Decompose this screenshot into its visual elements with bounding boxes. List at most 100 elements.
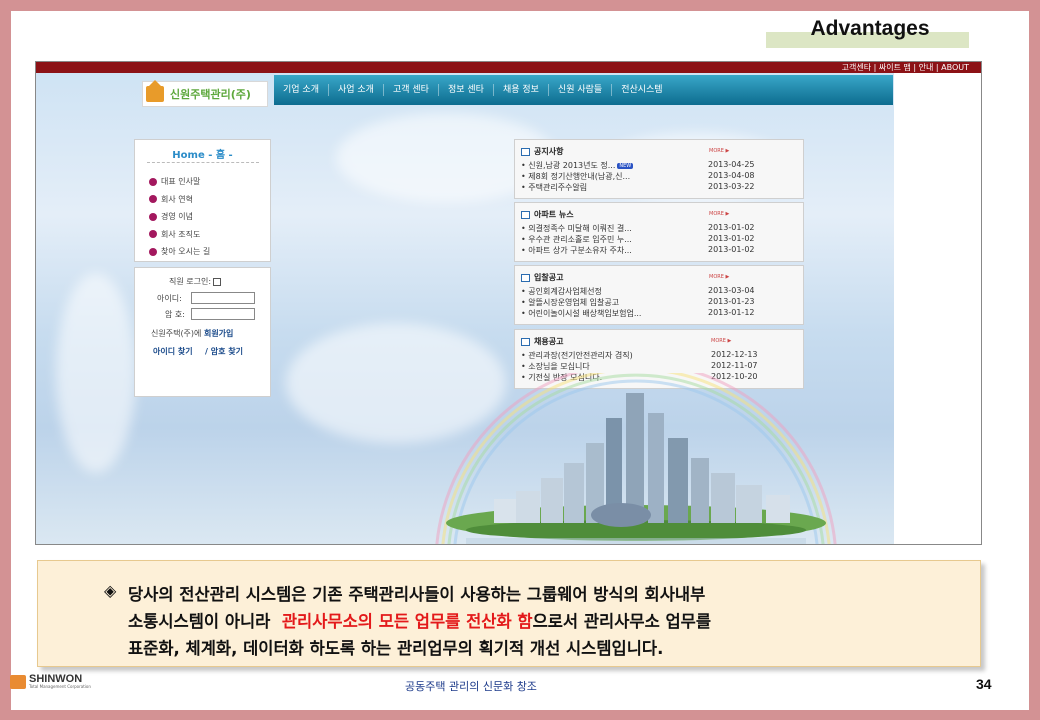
logo-text: 신원주택관리(주) [170, 88, 251, 101]
footer-logo: SHINWON Total Management Corporation [10, 674, 91, 689]
shinwon-logo-icon [10, 674, 26, 689]
more-link[interactable]: MORE ▶ [709, 274, 729, 280]
item-date: 2013-01-02 [708, 234, 755, 243]
diamond-bullet-icon: ◈ [104, 581, 117, 600]
list-item[interactable]: • 알뜰시장운영업체 입찰공고 2013-01-23 [521, 297, 801, 308]
board-icon [521, 210, 530, 219]
item-title: • 우수관 관리소홀로 입주민 누... [521, 235, 632, 244]
join-link[interactable]: 회원가입 [204, 329, 233, 338]
home-menu-box: Home - 홈 - 대표 인사말 회사 연혁 경영 이념 회사 조직도 찾아 … [134, 139, 271, 262]
panel-title: 채용공고 [521, 336, 563, 347]
login-title-label: 직원 로그인: [169, 277, 212, 286]
nav-item-business[interactable]: 사업 소개 [329, 84, 384, 96]
home-menu-item[interactable]: 회사 연혁 [149, 191, 210, 209]
item-title: • 소장님을 모십니다 [521, 362, 590, 371]
item-date: 2013-01-02 [708, 223, 755, 232]
house-icon [146, 80, 164, 102]
find-pw-link[interactable]: / 암호 찾기 [205, 346, 243, 357]
home-menu-item[interactable]: 찾아 오시는 길 [149, 243, 210, 261]
footer-text: 공동주택 관리의 신문화 창조 [405, 680, 537, 693]
item-date: 2013-01-02 [708, 245, 755, 254]
list-item[interactable]: • 주택관리주수알림 2013-03-22 [521, 182, 801, 193]
website-screenshot: 고객센타 | 싸이트 맵 | 안내 | ABOUT 신원주택관리(주) 기업 소… [35, 61, 982, 545]
slide-title: Advantages [810, 17, 930, 40]
more-link[interactable]: MORE ▶ [709, 211, 729, 217]
item-date: 2012-12-13 [711, 350, 758, 359]
item-title: • 알뜰시장운영업체 입찰공고 [521, 298, 620, 307]
list-item[interactable]: • 공인회계감사업체선정 2013-03-04 [521, 286, 801, 297]
bullet-icon [149, 177, 157, 186]
more-link[interactable]: MORE ▶ [709, 148, 729, 154]
item-date: 2013-04-25 [708, 160, 755, 169]
list-item[interactable]: • 의결정족수 미달해 이뤄진 결... 2013-01-02 [521, 223, 801, 234]
item-title: • 아파트 상가 구분소유자 주차... [521, 246, 632, 255]
new-badge: NEW [617, 162, 634, 169]
footer-logo-subtitle: Total Management Corporation [29, 684, 91, 689]
pw-label: 암 호: [165, 310, 185, 319]
home-menu-label: 회사 조직도 [161, 229, 201, 239]
bullet-icon [149, 230, 157, 239]
pw-input[interactable] [191, 308, 255, 320]
description-line-2: 소통시스템이 아니라 관리사무소의 모든 업무를 전산화 함으로서 관리사무소 … [128, 608, 711, 632]
panel-notice: 공지사항 MORE ▶ • 신원,남광 2013년도 정... NEW 2013-0… [514, 139, 804, 199]
join-text: 신원주택(주)에 회원가입 [151, 328, 233, 339]
website-body: 신원주택관리(주) 기업 소개 사업 소개 고객 센타 정보 센타 채용 정보 … [36, 73, 894, 544]
more-link[interactable]: MORE ▶ [711, 338, 731, 344]
login-title: 직원 로그인: [169, 276, 222, 287]
item-date: 2012-11-07 [711, 361, 758, 370]
nav-item-recruit[interactable]: 채용 정보 [494, 84, 549, 96]
website-topbar-links[interactable]: 고객센타 | 싸이트 맵 | 안내 | ABOUT [36, 62, 981, 73]
panel-bids: 입찰공고 MORE ▶ • 공인회계감사업체선정 2013-03-04 • 알뜰시… [514, 265, 804, 325]
item-title: • 제8회 정기산행안내(남광,신... [521, 172, 631, 181]
item-date: 2013-03-04 [708, 286, 755, 295]
list-item[interactable]: • 우수관 관리소홀로 입주민 누... 2013-01-02 [521, 234, 801, 245]
home-menu-label: 회사 연혁 [161, 194, 193, 204]
city-skyline-image [435, 373, 837, 544]
description-line-3: 표준화, 체계화, 데이터화 하도록 하는 관리업무의 획기적 개선 시스템입니… [128, 639, 664, 658]
list-item[interactable]: • 관리과장(전기안전관리자 겸직) 2012-12-13 [521, 350, 801, 361]
list-item[interactable]: • 어린이놀이시설 배상책임보험업... 2013-01-12 [521, 308, 801, 319]
list-item[interactable]: • 아파트 상가 구분소유자 주차... 2013-01-02 [521, 245, 801, 256]
panel-title-label: 공지사항 [534, 147, 564, 156]
description-highlight: 관리사무소의 모든 업무를 전산화 함 [281, 612, 533, 631]
panel-title: 입찰공고 [521, 272, 563, 283]
login-checkbox[interactable] [213, 277, 222, 286]
item-title: • 어린이놀이시설 배상책임보험업... [521, 309, 642, 318]
list-item[interactable]: • 소장님을 모십니다 2012-11-07 [521, 361, 801, 372]
login-box: 직원 로그인: 아이디: 암 호: 신원주택(주)에 회원가입 아이디 찾기 /… [134, 267, 271, 397]
panel-news: 아파트 뉴스 MORE ▶ • 의결정족수 미달해 이뤄진 결... 2013-0… [514, 202, 804, 262]
home-menu-item[interactable]: 회사 조직도 [149, 226, 210, 244]
website-logo[interactable]: 신원주택관리(주) [142, 80, 268, 107]
item-date: 2013-01-23 [708, 297, 755, 306]
description-text: 소통시스템이 아니라 [128, 612, 271, 631]
join-prefix: 신원주택(주)에 [151, 329, 202, 338]
panel-title-label: 입찰공고 [534, 273, 564, 282]
item-title: • 주택관리주수알림 [521, 183, 588, 192]
panel-title: 공지사항 [521, 146, 563, 157]
nav-item-people[interactable]: 신원 사람들 [549, 84, 613, 96]
list-item[interactable]: • 신원,남광 2013년도 정... NEW 2013-04-25 [521, 160, 801, 171]
home-menu-item[interactable]: 대표 인사말 [149, 173, 210, 191]
find-id-link[interactable]: 아이디 찾기 [153, 346, 193, 357]
nav-item-customer[interactable]: 고객 센타 [384, 84, 439, 96]
home-menu-item[interactable]: 경영 이념 [149, 208, 210, 226]
footer-logo-text: SHINWON Total Management Corporation [29, 673, 91, 690]
home-menu-label: 경영 이념 [161, 212, 193, 222]
home-menu-label: 대표 인사말 [161, 177, 201, 187]
id-input[interactable] [191, 292, 255, 304]
home-menu-label: 찾아 오시는 길 [161, 247, 211, 257]
board-icon [521, 147, 530, 156]
footer-logo-name: SHINWON [29, 673, 83, 685]
nav-item-system[interactable]: 전산시스템 [612, 84, 671, 96]
board-icon [521, 337, 530, 346]
home-menu-title: Home - 홈 - [172, 150, 233, 161]
item-date: 2013-01-12 [708, 308, 755, 317]
description-text: 으로서 관리사무소 업무를 [532, 612, 712, 631]
board-icon [521, 273, 530, 282]
description-box: ◈ 당사의 전산관리 시스템은 기존 주택관리사들이 사용하는 그룹웨어 방식의… [37, 560, 981, 667]
list-item[interactable]: • 제8회 정기산행안내(남광,신... 2013-04-08 [521, 171, 801, 182]
item-date: 2013-03-22 [708, 182, 755, 191]
nav-item-company[interactable]: 기업 소개 [274, 84, 329, 96]
bullet-icon [149, 212, 157, 221]
nav-item-info[interactable]: 정보 센타 [439, 84, 494, 96]
